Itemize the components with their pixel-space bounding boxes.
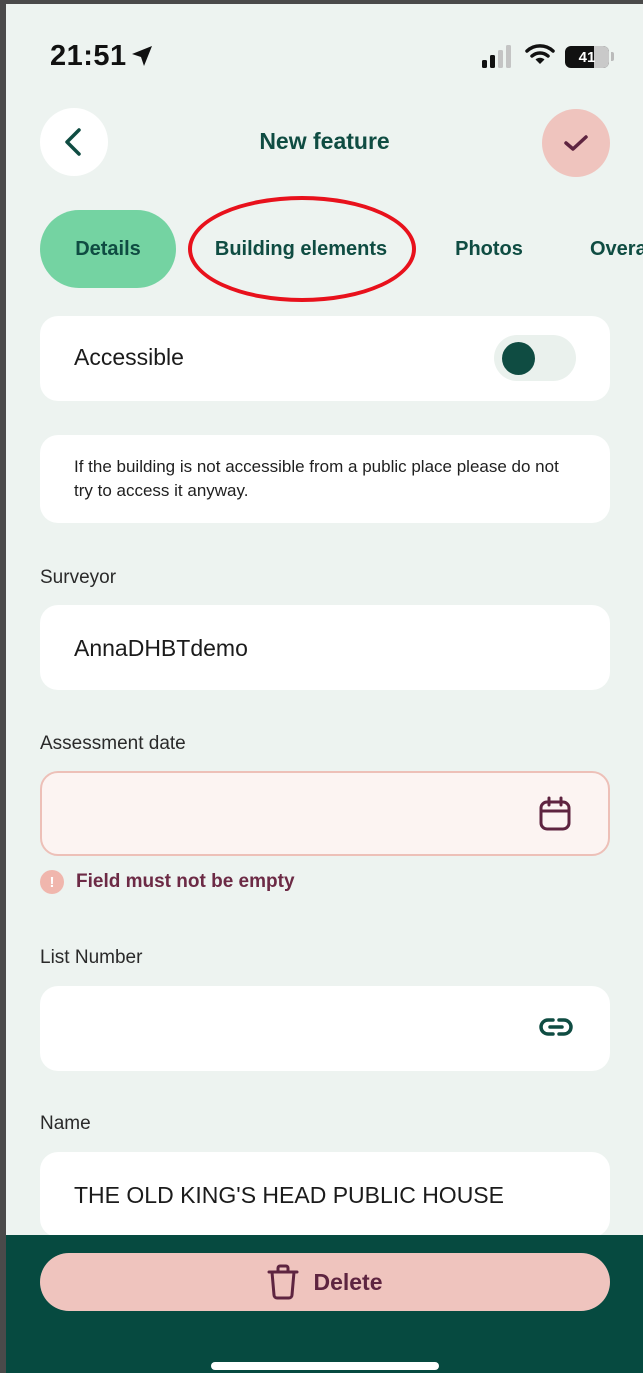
status-time: 21:51: [50, 40, 127, 72]
location-arrow-icon: [132, 46, 152, 66]
bottom-bar: Delete: [6, 1235, 643, 1373]
signal-icon: [482, 44, 511, 68]
assessment-date-field[interactable]: [40, 771, 610, 856]
list-number-field[interactable]: [40, 986, 610, 1071]
accessible-label: Accessible: [74, 344, 184, 370]
name-value: THE OLD KING'S HEAD PUBLIC HOUSE: [74, 1182, 504, 1208]
home-indicator: [211, 1362, 439, 1370]
tab-details[interactable]: Details: [40, 210, 176, 288]
accessible-toggle[interactable]: [494, 335, 576, 381]
info-card: If the building is not accessible from a…: [40, 435, 610, 523]
calendar-icon[interactable]: [538, 796, 572, 832]
trash-icon: [267, 1264, 299, 1300]
assessment-date-error: ! Field must not be empty: [40, 870, 295, 894]
battery-icon: 41: [565, 46, 609, 68]
surveyor-value: AnnaDHBTdemo: [74, 635, 248, 661]
surveyor-label: Surveyor: [40, 567, 117, 588]
delete-label: Delete: [313, 1268, 383, 1295]
link-icon[interactable]: [538, 1015, 574, 1039]
confirm-button[interactable]: [542, 109, 610, 177]
assessment-date-label: Assessment date: [40, 733, 186, 754]
error-icon: !: [40, 870, 64, 894]
tab-overall[interactable]: Overall: [590, 210, 643, 288]
tab-photos[interactable]: Photos: [442, 210, 536, 288]
toggle-knob: [502, 342, 535, 375]
battery-nub: [611, 52, 614, 61]
accessibility-note: If the building is not accessible from a…: [74, 457, 559, 500]
surveyor-field[interactable]: AnnaDHBTdemo: [40, 605, 610, 690]
battery-level: 41: [578, 48, 596, 66]
accessible-card: Accessible: [40, 316, 610, 401]
app-screen: 21:51 41 New feature Details Building el…: [6, 4, 643, 1373]
name-label: Name: [40, 1113, 91, 1134]
list-number-label: List Number: [40, 947, 143, 968]
check-icon: [564, 135, 588, 151]
wifi-icon: [525, 44, 555, 64]
name-field[interactable]: THE OLD KING'S HEAD PUBLIC HOUSE: [40, 1152, 610, 1237]
tab-building-elements[interactable]: Building elements: [196, 210, 406, 288]
delete-button[interactable]: Delete: [40, 1253, 610, 1311]
error-message: Field must not be empty: [76, 871, 295, 892]
